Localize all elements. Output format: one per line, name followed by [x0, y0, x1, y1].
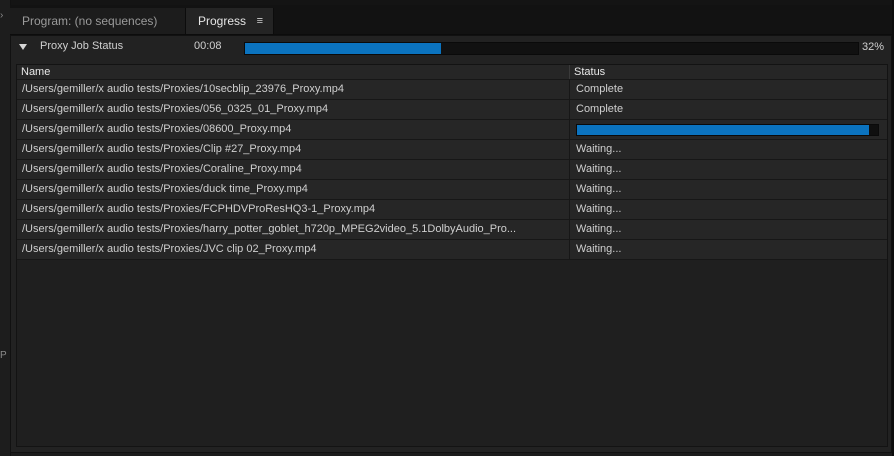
- row-column-separator: [569, 200, 570, 219]
- row-status: Complete: [576, 83, 624, 95]
- tab-progress-label: Progress: [198, 14, 247, 28]
- table-header: Name Status: [17, 65, 887, 80]
- column-divider[interactable]: [569, 65, 570, 79]
- table-row[interactable]: /Users/gemiller/x audio tests/Proxies/Co…: [17, 160, 887, 180]
- disclosure-triangle-icon[interactable]: [19, 44, 27, 50]
- elapsed-time: 00:08: [194, 40, 222, 52]
- row-column-separator: [569, 220, 570, 239]
- panel-edge-glyph: P: [0, 350, 7, 361]
- panel-menu-icon[interactable]: ≡: [257, 8, 263, 34]
- row-status: Waiting...: [576, 243, 622, 255]
- row-file-name: /Users/gemiller/x audio tests/Proxies/Co…: [22, 163, 302, 175]
- job-percent: 32%: [861, 41, 884, 53]
- table-row[interactable]: /Users/gemiller/x audio tests/Proxies/08…: [17, 120, 887, 140]
- panel-tab-bar: Program: (no sequences) Progress ≡: [10, 5, 892, 35]
- row-status: Waiting...: [576, 143, 622, 155]
- row-status: Waiting...: [576, 163, 622, 175]
- row-file-name: /Users/gemiller/x audio tests/Proxies/Cl…: [22, 143, 302, 155]
- progress-panel: Proxy Job Status 00:08 32% Name Status /…: [10, 35, 892, 453]
- row-column-separator: [569, 120, 570, 139]
- table-row[interactable]: /Users/gemiller/x audio tests/Proxies/Cl…: [17, 140, 887, 160]
- row-file-name: /Users/gemiller/x audio tests/Proxies/ha…: [22, 223, 517, 235]
- tab-progress[interactable]: Progress ≡: [186, 8, 274, 34]
- row-progress-fill: [577, 125, 869, 135]
- row-column-separator: [569, 80, 570, 99]
- row-status: Waiting...: [576, 183, 622, 195]
- job-progress-fill: [245, 43, 442, 54]
- table-row[interactable]: /Users/gemiller/x audio tests/Proxies/ha…: [17, 220, 887, 240]
- table-body: /Users/gemiller/x audio tests/Proxies/10…: [17, 80, 887, 260]
- job-progress-bar: [244, 42, 859, 55]
- column-header-name[interactable]: Name: [21, 65, 50, 79]
- table-row[interactable]: /Users/gemiller/x audio tests/Proxies/10…: [17, 80, 887, 100]
- row-column-separator: [569, 240, 570, 259]
- row-column-separator: [569, 140, 570, 159]
- job-status-label: Proxy Job Status: [40, 40, 124, 52]
- row-column-separator: [569, 180, 570, 199]
- row-status: Complete: [576, 103, 624, 115]
- row-progress-bar: [576, 124, 879, 136]
- row-column-separator: [569, 100, 570, 119]
- table-row[interactable]: /Users/gemiller/x audio tests/Proxies/05…: [17, 100, 887, 120]
- row-file-name: /Users/gemiller/x audio tests/Proxies/JV…: [22, 243, 317, 255]
- row-file-name: /Users/gemiller/x audio tests/Proxies/05…: [22, 103, 329, 115]
- row-file-name: /Users/gemiller/x audio tests/Proxies/du…: [22, 183, 308, 195]
- row-status: Waiting...: [576, 223, 622, 235]
- row-column-separator: [569, 160, 570, 179]
- row-file-name: /Users/gemiller/x audio tests/Proxies/FC…: [22, 203, 376, 215]
- proxy-job-status-row: Proxy Job Status 00:08 32%: [11, 36, 891, 58]
- row-file-name: /Users/gemiller/x audio tests/Proxies/08…: [22, 123, 292, 135]
- row-file-name: /Users/gemiller/x audio tests/Proxies/10…: [22, 83, 345, 95]
- table-row[interactable]: /Users/gemiller/x audio tests/Proxies/JV…: [17, 240, 887, 260]
- proxy-jobs-table: Name Status /Users/gemiller/x audio test…: [16, 64, 888, 447]
- row-status: Waiting...: [576, 203, 622, 215]
- table-row[interactable]: /Users/gemiller/x audio tests/Proxies/du…: [17, 180, 887, 200]
- chevron-right-icon[interactable]: ›: [0, 10, 3, 21]
- tab-program[interactable]: Program: (no sequences): [10, 8, 186, 34]
- column-header-status[interactable]: Status: [574, 65, 605, 79]
- tab-program-label: Program: (no sequences): [22, 14, 158, 28]
- table-row[interactable]: /Users/gemiller/x audio tests/Proxies/FC…: [17, 200, 887, 220]
